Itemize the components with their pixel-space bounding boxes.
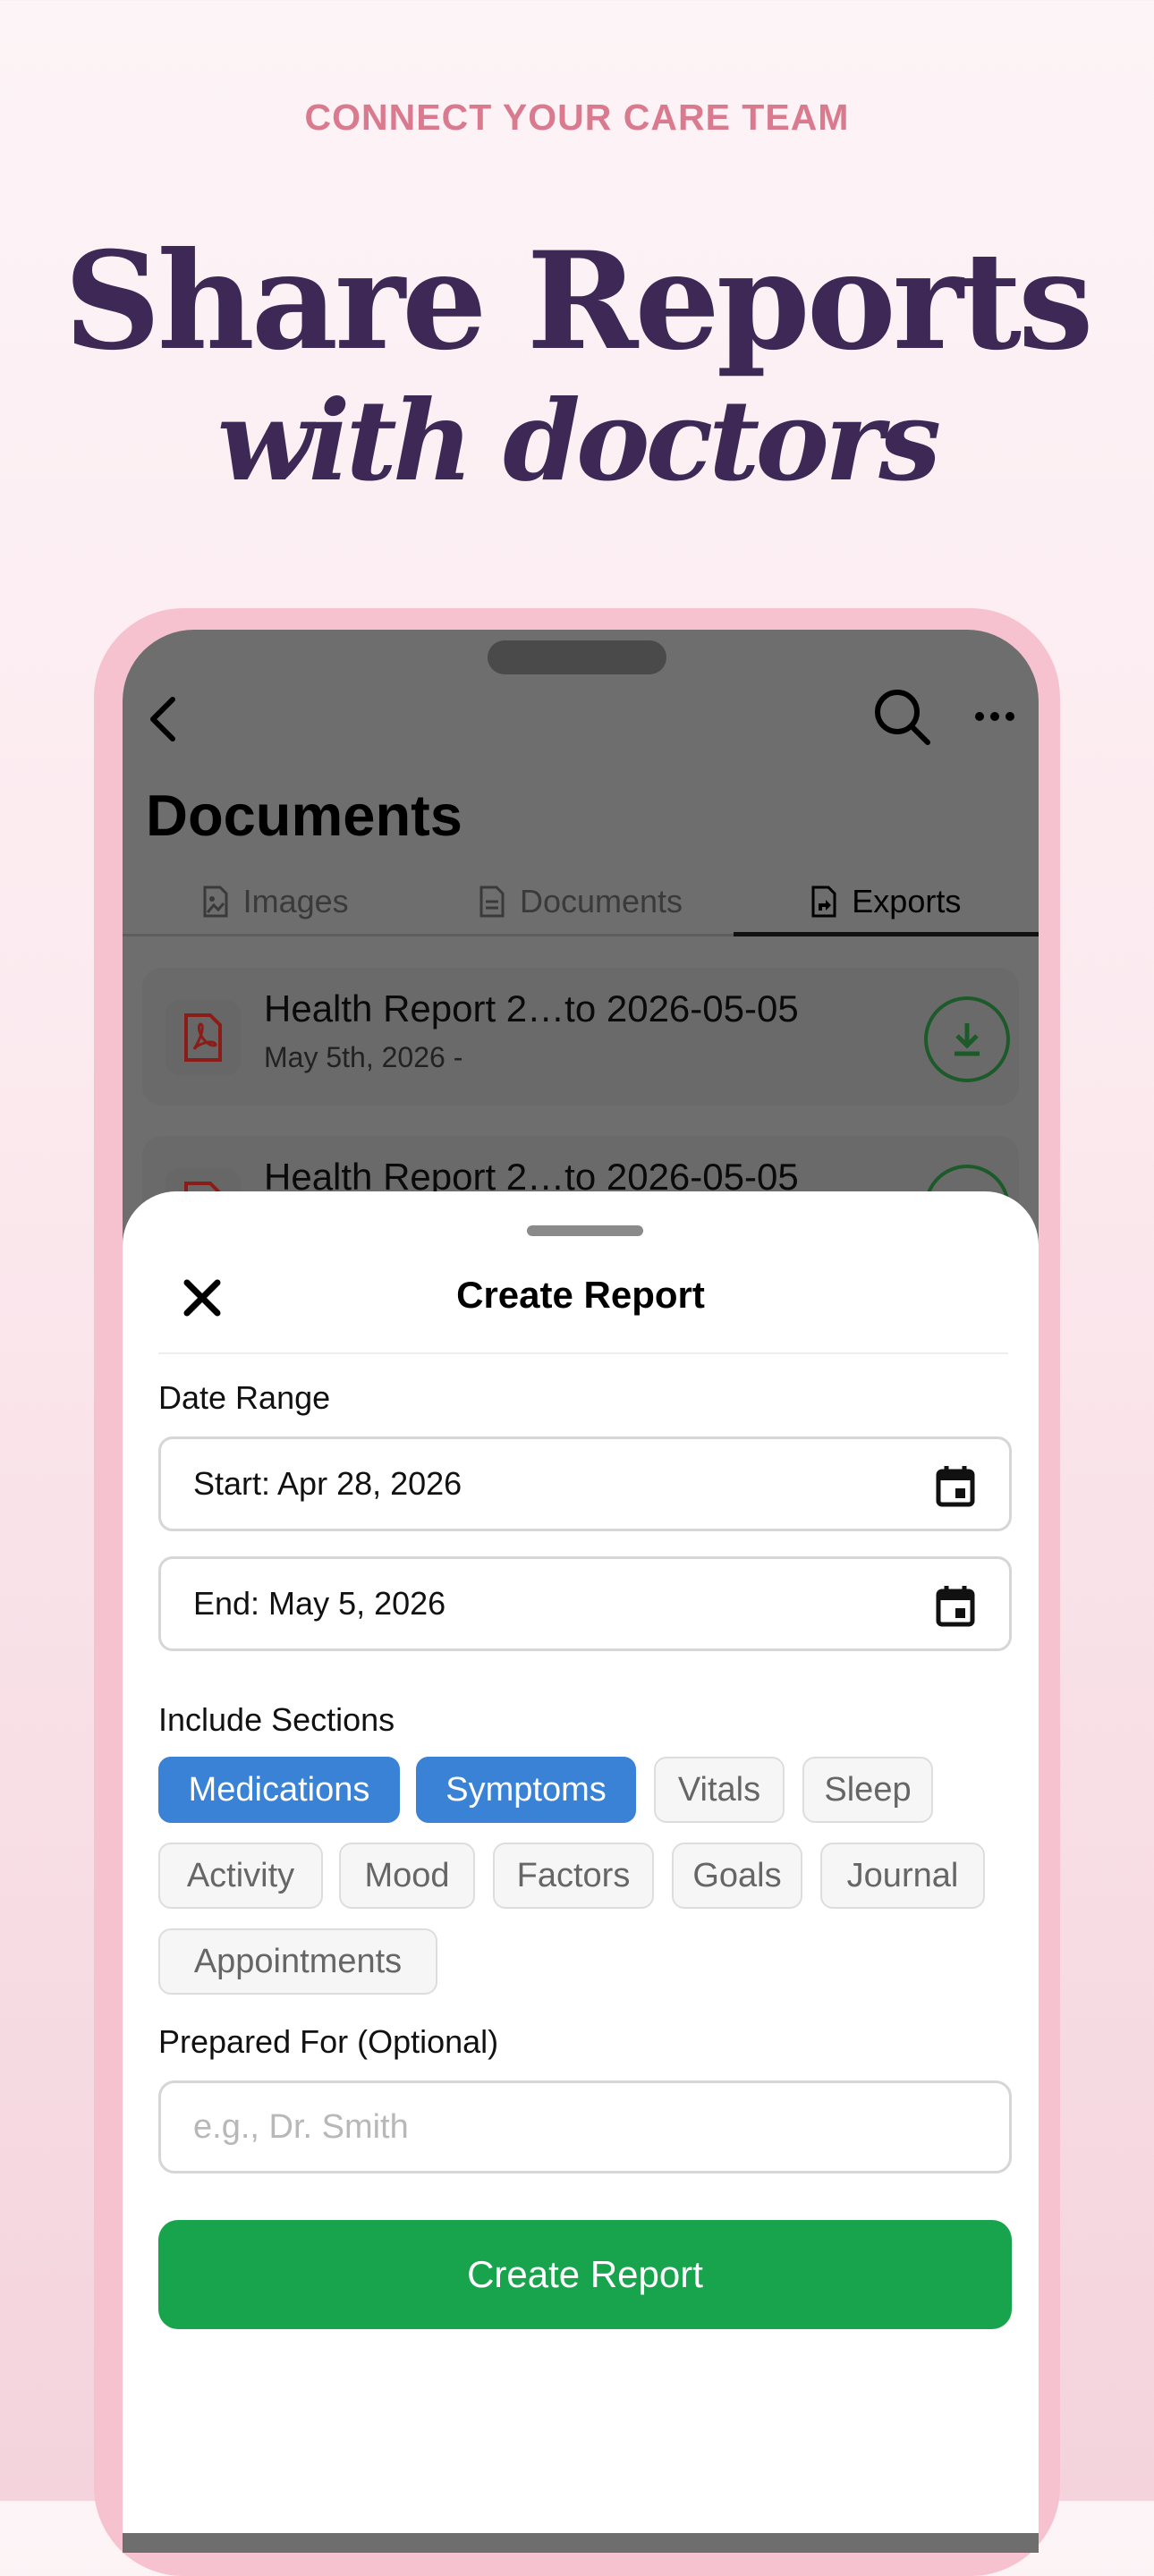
tab-images-label: Images bbox=[242, 883, 349, 919]
export-file-icon bbox=[811, 886, 836, 918]
calendar-icon bbox=[936, 1586, 975, 1627]
chip-factors[interactable]: Factors bbox=[493, 1843, 654, 1909]
back-chevron-icon[interactable] bbox=[142, 692, 187, 746]
chip-goals[interactable]: Goals bbox=[672, 1843, 802, 1909]
pdf-thumbnail bbox=[165, 1000, 241, 1075]
include-sections-label: Include Sections bbox=[158, 1701, 395, 1738]
create-report-button[interactable]: Create Report bbox=[158, 2220, 1012, 2329]
tab-exports-label: Exports bbox=[852, 883, 962, 919]
dynamic-island bbox=[488, 640, 666, 674]
tab-documents[interactable]: Documents bbox=[428, 869, 733, 934]
document-title: Health Report 2…to 2026-05-05 bbox=[264, 987, 799, 1030]
search-icon[interactable] bbox=[870, 685, 933, 748]
hero-headline: Share Reports bbox=[64, 223, 1093, 380]
sheet-title: Create Report bbox=[456, 1274, 705, 1316]
end-date-field[interactable]: End: May 5, 2026 bbox=[158, 1556, 1012, 1651]
chip-sleep[interactable]: Sleep bbox=[802, 1757, 933, 1823]
date-range-label: Date Range bbox=[158, 1379, 331, 1416]
chip-symptoms[interactable]: Symptoms bbox=[416, 1757, 636, 1823]
prepared-for-input[interactable] bbox=[158, 2080, 1012, 2174]
document-date: May 5th, 2026 - bbox=[264, 1041, 463, 1073]
chip-vitals[interactable]: Vitals bbox=[654, 1757, 785, 1823]
create-report-sheet: Create Report Date Range Start: Apr 28, … bbox=[123, 1191, 1039, 2533]
start-date-field[interactable]: Start: Apr 28, 2026 bbox=[158, 1436, 1012, 1531]
tab-exports[interactable]: Exports bbox=[733, 869, 1039, 936]
chip-activity[interactable]: Activity bbox=[158, 1843, 323, 1909]
document-file-icon bbox=[479, 886, 505, 918]
hero-eyebrow: CONNECT YOUR CARE TEAM bbox=[304, 97, 850, 138]
page-title: Documents bbox=[146, 783, 462, 848]
end-date-value: End: May 5, 2026 bbox=[193, 1585, 446, 1622]
download-button[interactable] bbox=[924, 996, 1010, 1082]
sheet-divider bbox=[158, 1352, 1008, 1354]
hero-subline: with doctors bbox=[216, 377, 942, 506]
tab-bar: Images Documents Exports bbox=[123, 869, 1039, 936]
sheet-drag-handle[interactable] bbox=[527, 1225, 643, 1236]
calendar-icon bbox=[936, 1466, 975, 1507]
document-card[interactable]: Health Report 2…to 2026-05-05 May 5th, 2… bbox=[142, 968, 1019, 1106]
download-icon bbox=[955, 1023, 980, 1056]
prepared-for-label: Prepared For (Optional) bbox=[158, 2023, 499, 2060]
pdf-icon bbox=[184, 1013, 222, 1062]
chip-appointments[interactable]: Appointments bbox=[158, 1928, 437, 1995]
chip-journal[interactable]: Journal bbox=[820, 1843, 985, 1909]
start-date-value: Start: Apr 28, 2026 bbox=[193, 1465, 462, 1502]
chip-medications[interactable]: Medications bbox=[158, 1757, 400, 1823]
tab-documents-label: Documents bbox=[519, 883, 683, 919]
tab-images[interactable]: Images bbox=[123, 869, 428, 934]
chip-mood[interactable]: Mood bbox=[339, 1843, 475, 1909]
more-options-icon[interactable] bbox=[972, 703, 1017, 730]
image-file-icon bbox=[203, 886, 228, 918]
